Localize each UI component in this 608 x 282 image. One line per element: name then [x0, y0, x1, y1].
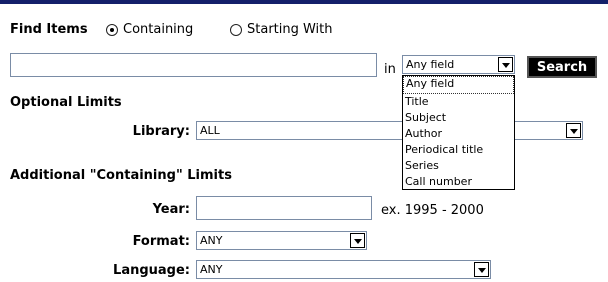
language-selected-value: ANY [200, 263, 223, 276]
dropdown-option-author[interactable]: Author [403, 126, 514, 142]
starting-with-label: Starting With [247, 22, 333, 37]
find-items-label: Find Items [10, 22, 88, 37]
additional-limits-heading: Additional "Containing" Limits [10, 168, 232, 183]
search-field-selected-value: Any field [406, 58, 455, 71]
dropdown-option-call-number[interactable]: Call number [403, 174, 514, 190]
language-label: Language: [113, 263, 190, 278]
search-field-dropdown-list: Any field Title Subject Author Periodica… [402, 75, 515, 190]
containing-radio[interactable] [106, 23, 118, 36]
search-field-select[interactable]: Any field [402, 55, 515, 74]
year-hint: ex. 1995 - 2000 [381, 203, 484, 218]
dropdown-option-subject[interactable]: Subject [403, 110, 514, 126]
format-label: Format: [132, 234, 190, 249]
containing-option[interactable]: Containing [106, 22, 193, 37]
dropdown-option-periodical-title[interactable]: Periodical title [403, 142, 514, 158]
format-selected-value: ANY [200, 234, 223, 247]
dropdown-option-any-field[interactable]: Any field [403, 76, 514, 94]
chevron-down-icon[interactable] [474, 262, 489, 277]
chevron-down-icon[interactable] [498, 57, 513, 72]
year-label: Year: [152, 202, 190, 217]
format-select[interactable]: ANY [196, 231, 367, 250]
chevron-down-icon[interactable] [350, 233, 365, 248]
year-input[interactable] [196, 196, 372, 220]
chevron-down-icon[interactable] [566, 123, 581, 138]
library-selected-value: ALL [200, 124, 220, 137]
starting-with-option[interactable]: Starting With [230, 22, 333, 37]
dropdown-option-series[interactable]: Series [403, 158, 514, 174]
top-border [0, 0, 608, 4]
containing-label: Containing [123, 22, 194, 37]
search-input[interactable] [10, 53, 377, 77]
library-select[interactable]: ALL [196, 121, 583, 140]
library-label: Library: [132, 124, 190, 139]
language-select[interactable]: ANY [196, 260, 491, 279]
search-button[interactable]: Search [527, 56, 597, 78]
in-label: in [384, 62, 396, 77]
starting-with-radio[interactable] [230, 23, 242, 36]
optional-limits-heading: Optional Limits [10, 95, 122, 110]
dropdown-option-title[interactable]: Title [403, 94, 514, 110]
